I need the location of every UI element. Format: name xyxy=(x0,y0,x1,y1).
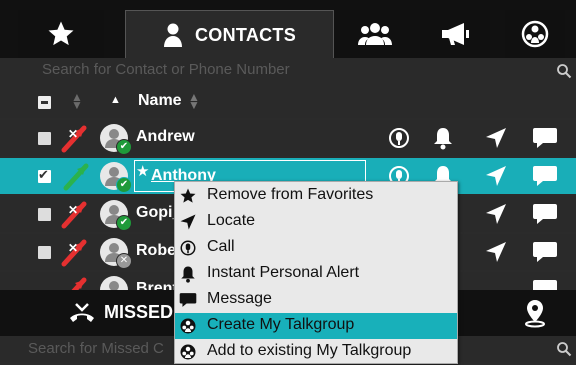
talkgroup-globe-icon xyxy=(521,20,549,48)
incoming-call-icon xyxy=(63,163,89,191)
svg-text:✕: ✕ xyxy=(68,127,78,141)
locate-arrow-icon[interactable] xyxy=(484,240,508,264)
menu-item-call[interactable]: Call xyxy=(175,235,457,261)
call-icon[interactable] xyxy=(388,126,410,150)
favorite-star-icon: ★ xyxy=(136,163,150,180)
person-icon xyxy=(163,23,182,47)
avatar: ✔ xyxy=(100,200,132,231)
context-menu: Remove from Favorites Locate Call Instan… xyxy=(174,181,458,364)
menu-item-create-talkgroup[interactable]: Create My Talkgroup xyxy=(175,313,457,339)
row-checkbox[interactable] xyxy=(38,132,51,145)
missed-call-icon xyxy=(71,277,87,290)
name-column-header[interactable]: Name xyxy=(138,92,182,110)
alert-bell-icon xyxy=(181,266,195,283)
menu-item-label: Locate xyxy=(207,212,256,229)
star-icon xyxy=(180,188,196,203)
contact-name: Andrew xyxy=(136,128,195,145)
online-check-icon: ✔ xyxy=(116,177,132,193)
menu-item-locate[interactable]: Locate xyxy=(175,209,457,235)
locate-arrow-icon[interactable] xyxy=(484,164,508,188)
talkgroup-icon xyxy=(180,344,196,360)
tab-contacts-label: CONTACTS xyxy=(194,24,297,45)
missed-call-icon: ✕ xyxy=(61,201,87,229)
top-tab-bar: CONTACTS xyxy=(0,0,576,59)
menu-item-instant-alert[interactable]: Instant Personal Alert xyxy=(175,261,457,287)
alert-bell-icon[interactable] xyxy=(432,126,454,150)
select-all-checkbox[interactable] xyxy=(38,96,51,109)
offline-x-icon: ✕ xyxy=(116,253,132,269)
contact-row[interactable]: ✕ ✔ Andrew xyxy=(0,120,576,156)
talkgroup-icon xyxy=(180,318,196,334)
search-icon[interactable] xyxy=(556,341,572,357)
list-header: ▲ ▼ ▲ Name ▲ ▼ xyxy=(0,84,576,118)
svg-text:✕: ✕ xyxy=(68,203,78,217)
search-input[interactable]: Search for Contact or Phone Number xyxy=(42,61,290,78)
online-check-icon: ✔ xyxy=(116,139,132,155)
tab-contacts[interactable]: CONTACTS xyxy=(125,10,334,59)
call-icon xyxy=(180,240,196,256)
tab-broadcast[interactable] xyxy=(420,10,490,58)
search-icon[interactable] xyxy=(556,63,572,79)
message-bubble-icon[interactable] xyxy=(532,240,558,264)
row-checkbox[interactable] xyxy=(38,246,51,259)
menu-item-remove-favorites[interactable]: Remove from Favorites xyxy=(175,183,457,209)
location-pin-icon[interactable] xyxy=(522,298,548,328)
message-bubble-icon xyxy=(179,293,197,307)
menu-item-add-existing-talkgroup[interactable]: Add to existing My Talkgroup xyxy=(175,339,457,365)
missed-call-icon: ✕ xyxy=(61,239,87,267)
menu-item-label: Add to existing My Talkgroup xyxy=(207,342,412,359)
locate-arrow-icon[interactable] xyxy=(484,126,508,150)
menu-item-message[interactable]: Message xyxy=(175,287,457,313)
message-bubble-icon[interactable] xyxy=(532,164,558,188)
sort-ascending-icon[interactable]: ▲ xyxy=(110,94,121,106)
menu-item-label: Call xyxy=(207,238,235,255)
tab-favorites[interactable] xyxy=(18,10,104,58)
message-bubble-icon[interactable] xyxy=(532,202,558,226)
locate-arrow-icon xyxy=(180,214,196,230)
missed-call-icon: ✕ xyxy=(61,125,87,153)
missed-calls-icon[interactable] xyxy=(68,302,96,324)
menu-item-label: Remove from Favorites xyxy=(207,186,374,203)
group-icon xyxy=(358,23,392,45)
row-checkbox[interactable] xyxy=(38,208,51,221)
sort-status-icon[interactable]: ▲ ▼ xyxy=(71,91,83,111)
tab-groups[interactable] xyxy=(340,10,410,58)
avatar: ✕ xyxy=(100,238,132,269)
contact-search-bar[interactable]: Search for Contact or Phone Number xyxy=(0,58,576,84)
svg-text:✕: ✕ xyxy=(68,241,78,255)
star-icon xyxy=(48,21,74,46)
menu-item-label: Instant Personal Alert xyxy=(207,264,360,281)
message-bubble-icon[interactable] xyxy=(532,278,558,290)
message-bubble-icon[interactable] xyxy=(532,126,558,150)
avatar: ✔ xyxy=(100,162,132,193)
locate-arrow-icon[interactable] xyxy=(484,202,508,226)
name-sort-icon[interactable]: ▲ ▼ xyxy=(188,91,200,111)
missed-search-input[interactable]: Search for Missed C xyxy=(28,340,164,357)
menu-item-label: Create My Talkgroup xyxy=(207,316,355,333)
contact-name: Robe xyxy=(136,242,176,259)
row-checkbox-checked[interactable] xyxy=(38,167,51,183)
contact-name: Brent xyxy=(136,280,178,290)
online-check-icon: ✔ xyxy=(116,215,132,231)
menu-item-label: Message xyxy=(207,290,272,307)
tab-talkgroups[interactable] xyxy=(505,10,565,58)
avatar xyxy=(100,276,128,290)
megaphone-icon xyxy=(442,23,469,45)
avatar: ✔ xyxy=(100,124,132,155)
tab-missed-label[interactable]: MISSED xyxy=(104,302,173,323)
